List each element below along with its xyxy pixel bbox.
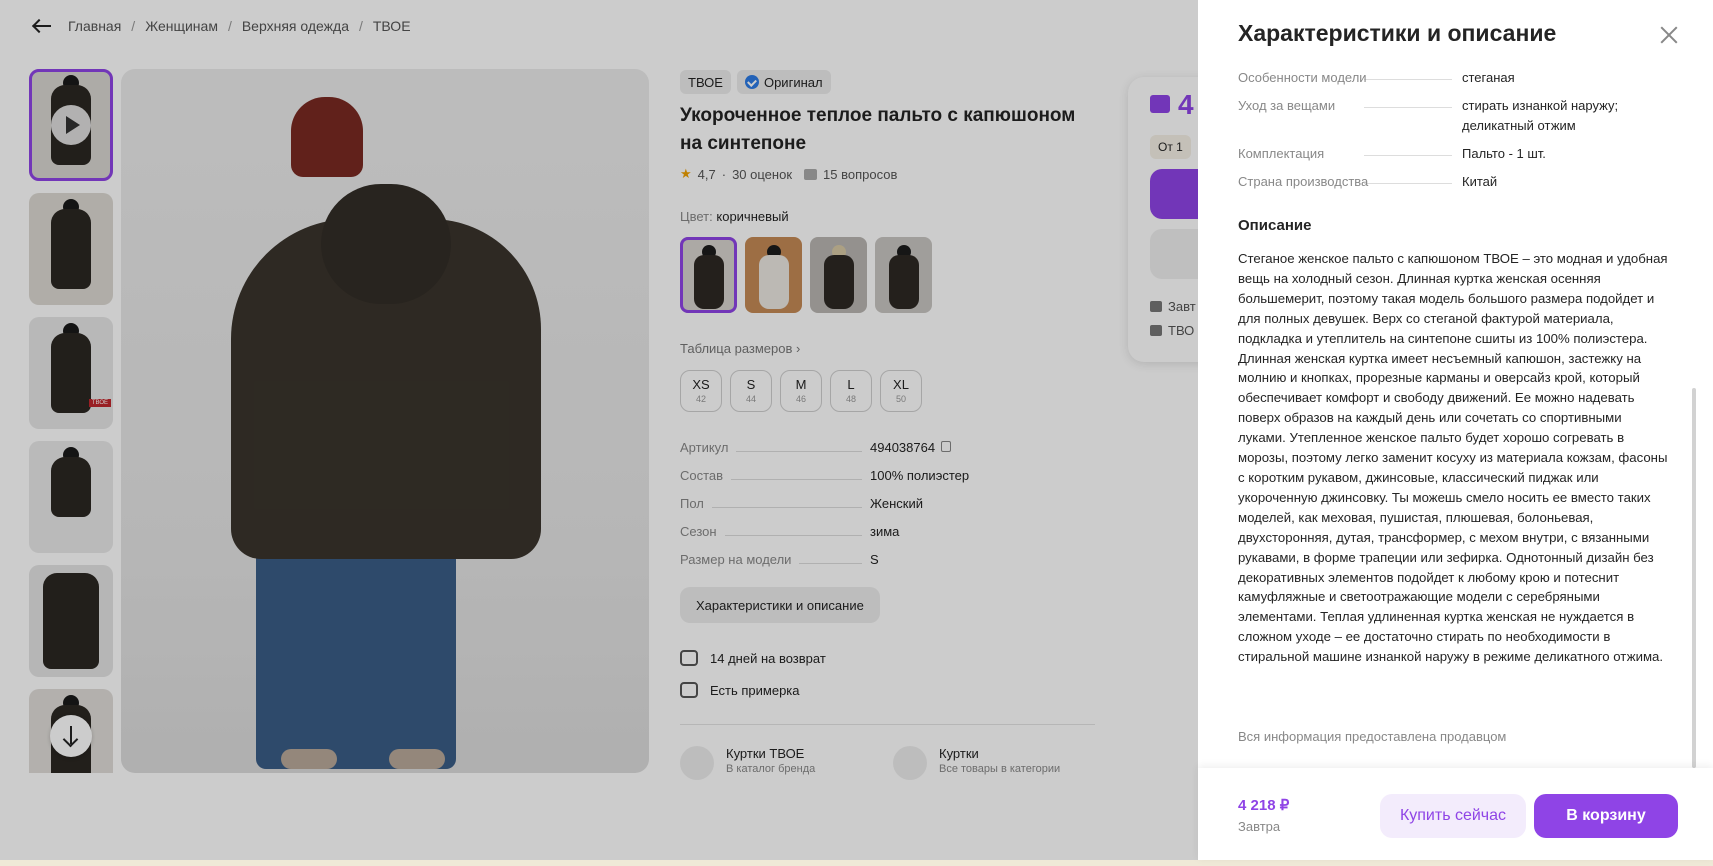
seller-note: Вся информация предоставлена продавцом [1238, 729, 1507, 744]
spec-row: Уход за вещами стирать изнанкой наружу; д… [1238, 96, 1668, 136]
close-icon[interactable] [1658, 24, 1680, 46]
characteristics-panel: Характеристики и описание Особенности мо… [1198, 0, 1713, 860]
spec-key: Особенности модели [1238, 70, 1367, 85]
description-text: Стеганое женское пальто с капюшоном ТВОЕ… [1238, 251, 1668, 665]
spec-value: Пальто - 1 шт. [1462, 146, 1546, 161]
footer-delivery: Завтра [1238, 819, 1281, 834]
spec-value: стирать изнанкой наружу; деликатный отжи… [1462, 98, 1619, 133]
spec-value: Китай [1462, 174, 1498, 189]
footer-price: 4 218 ₽ [1238, 797, 1290, 814]
panel-specs: Особенности модели стеганая Уход за вещам… [1238, 68, 1668, 200]
modal-backdrop[interactable] [0, 0, 1198, 866]
spec-row: Страна производства Китай [1238, 172, 1668, 192]
spec-key: Комплектация [1238, 146, 1325, 161]
description-heading: Описание [1238, 217, 1312, 234]
spec-key: Страна производства [1238, 174, 1369, 189]
buy-now-button[interactable]: Купить сейчас [1380, 794, 1526, 838]
spec-value: стеганая [1462, 70, 1515, 85]
spec-row: Комплектация Пальто - 1 шт. [1238, 144, 1668, 164]
spec-key: Уход за вещами [1238, 98, 1336, 113]
bottom-strip [0, 860, 1713, 866]
panel-scrollbar[interactable] [1692, 388, 1696, 768]
add-to-cart-button[interactable]: В корзину [1534, 794, 1678, 838]
panel-footer: 4 218 ₽ Завтра Купить сейчас В корзину [1198, 768, 1713, 860]
panel-title: Характеристики и описание [1238, 20, 1557, 46]
spec-row: Особенности модели стеганая [1238, 68, 1668, 88]
